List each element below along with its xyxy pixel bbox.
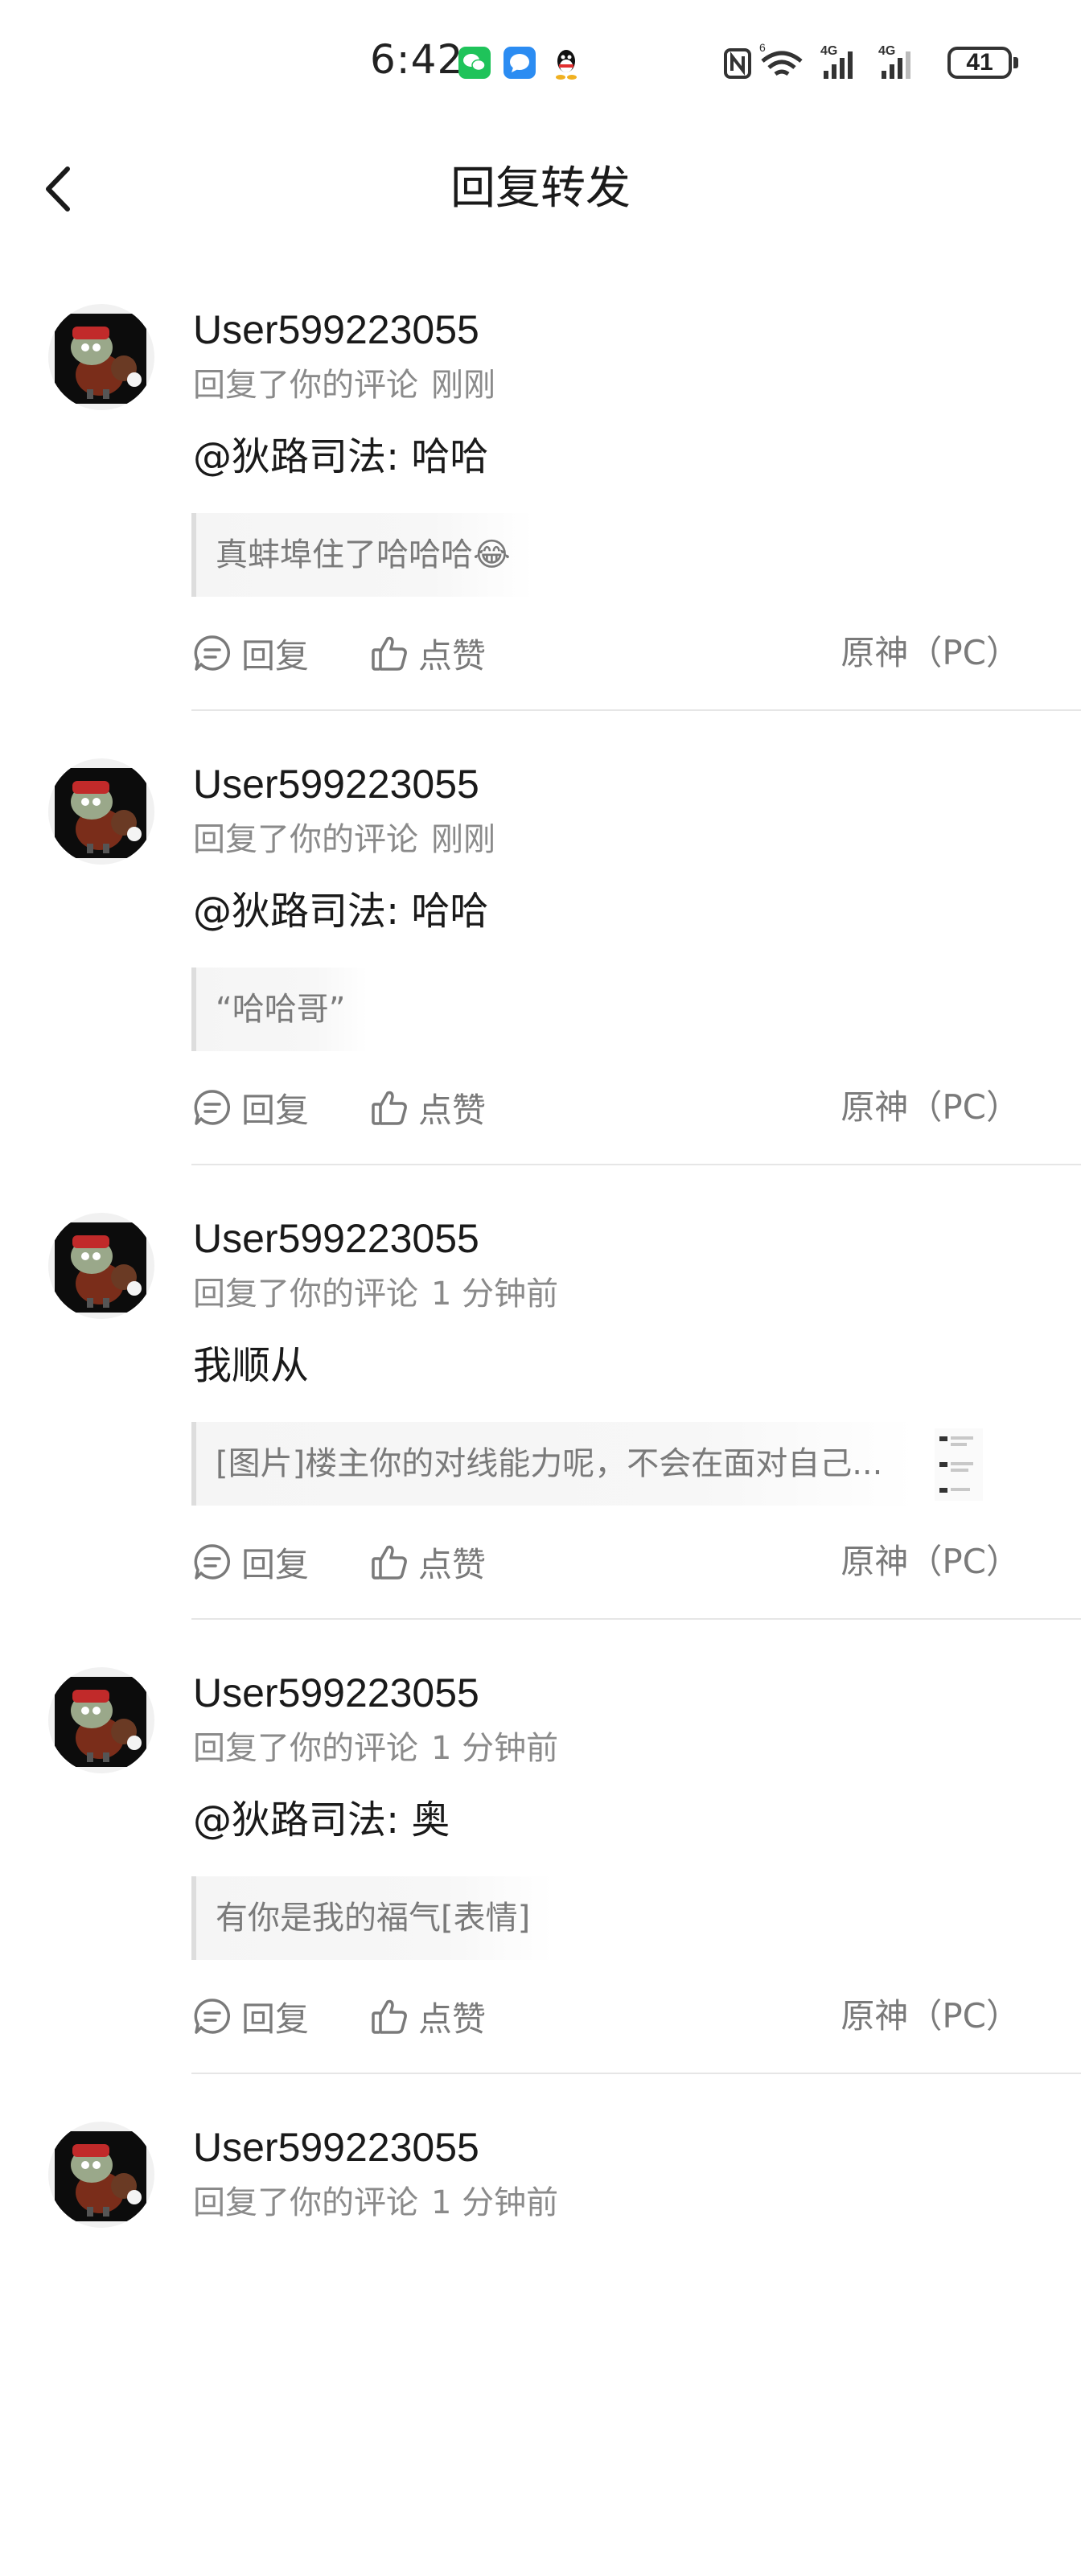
signal-4g-icon: 4G xyxy=(820,44,853,79)
action-bar: 回复 点赞 原神（PC） xyxy=(191,627,1020,679)
divider xyxy=(191,709,1081,711)
divider xyxy=(191,1164,1081,1165)
avatar[interactable] xyxy=(48,758,154,865)
reply-label: 回复 xyxy=(241,1090,310,1130)
zombie-avatar-image xyxy=(55,1222,146,1313)
source-label[interactable]: 原神（PC） xyxy=(841,1082,1020,1133)
avatar[interactable] xyxy=(48,1667,154,1773)
list-item: User599223055 回复了你的评论 1 分钟前 xyxy=(0,2122,1081,2576)
comment-icon xyxy=(194,635,231,671)
signal-4g-icon-2: 4G xyxy=(878,44,910,79)
reply-button[interactable]: 回复 xyxy=(191,1536,309,1588)
list-item: User599223055 回复了你的评论 刚刚 @狄路司法: 哈哈 “哈哈哥” … xyxy=(0,758,1081,1213)
list-item: User599223055 回复了你的评论 1 分钟前 @狄路司法: 奥 有你是我… xyxy=(0,1667,1081,2122)
like-label: 点赞 xyxy=(418,1999,487,2039)
source-label[interactable]: 原神（PC） xyxy=(841,1991,1020,2042)
thumbs-up-icon xyxy=(372,1999,407,2034)
username[interactable]: User599223055 xyxy=(193,1667,479,1719)
wechat-icon xyxy=(458,47,491,79)
quoted-comment[interactable]: “哈哈哥” xyxy=(191,968,368,1051)
reply-time: 1 分钟前 xyxy=(431,1276,559,1313)
quoted-comment[interactable]: 有你是我的福气[表情] xyxy=(191,1876,553,1960)
zombie-avatar-image xyxy=(55,314,146,404)
svg-text:4G: 4G xyxy=(820,44,837,58)
like-button[interactable]: 点赞 xyxy=(368,1536,486,1588)
like-label: 点赞 xyxy=(418,1090,487,1130)
wifi-icon: 6 xyxy=(759,41,803,76)
quoted-comment[interactable]: [图片]楼主你的对线能力呢，不会在面对自己... xyxy=(191,1422,915,1506)
system-icons: 6 4G 4G xyxy=(719,40,1081,85)
reply-time: 刚刚 xyxy=(431,821,495,858)
reply-label: 回复 xyxy=(241,1544,310,1584)
battery-icon: 41 xyxy=(947,47,1018,79)
list-item: User599223055 回复了你的评论 刚刚 @狄路司法: 哈哈 真蚌埠住了哈… xyxy=(0,304,1081,758)
username[interactable]: User599223055 xyxy=(193,758,479,810)
source-label[interactable]: 原神（PC） xyxy=(841,1536,1020,1588)
like-label: 点赞 xyxy=(418,635,487,676)
thumbs-up-icon xyxy=(372,636,407,671)
reply-label: 回复 xyxy=(241,635,310,676)
source-label[interactable]: 原神（PC） xyxy=(841,627,1020,679)
like-label: 点赞 xyxy=(418,1544,487,1584)
reply-meta: 回复了你的评论 1 分钟前 xyxy=(193,1274,571,1314)
qq-icon xyxy=(550,47,582,80)
reply-content[interactable]: @狄路司法: 奥 xyxy=(193,1796,450,1844)
like-button[interactable]: 点赞 xyxy=(368,1991,486,2042)
reply-list: User599223055 回复了你的评论 刚刚 @狄路司法: 哈哈 真蚌埠住了哈… xyxy=(0,304,1081,2576)
page-title: 回复转发 xyxy=(450,162,631,215)
like-button[interactable]: 点赞 xyxy=(368,1082,486,1133)
reply-time: 刚刚 xyxy=(431,367,495,404)
reply-label: 回复 xyxy=(241,1999,310,2039)
status-bar: 6:42 6 4G 4G 41 xyxy=(0,0,1081,121)
reply-action: 回复了你的评论 xyxy=(193,1276,418,1313)
zombie-avatar-image xyxy=(55,2131,146,2221)
reply-content[interactable]: @狄路司法: 哈哈 xyxy=(193,433,488,481)
action-bar: 回复 点赞 原神（PC） xyxy=(191,1536,1020,1588)
reply-meta: 回复了你的评论 1 分钟前 xyxy=(193,1728,571,1769)
reply-action: 回复了你的评论 xyxy=(193,2184,418,2221)
username[interactable]: User599223055 xyxy=(193,1213,479,1264)
app-header: 回复转发 xyxy=(0,145,1081,233)
reply-action: 回复了你的评论 xyxy=(193,821,418,858)
reply-time: 1 分钟前 xyxy=(431,1730,559,1767)
reply-button[interactable]: 回复 xyxy=(191,1991,309,2042)
zombie-avatar-image xyxy=(55,768,146,858)
nfc-icon xyxy=(724,48,751,79)
action-bar: 回复 点赞 原神（PC） xyxy=(191,1991,1020,2042)
quote-thumbnail[interactable] xyxy=(935,1428,983,1501)
comment-icon xyxy=(194,1999,231,2034)
like-button[interactable]: 点赞 xyxy=(368,627,486,679)
reply-meta: 回复了你的评论 1 分钟前 xyxy=(193,2183,571,2223)
svg-text:4G: 4G xyxy=(878,44,895,58)
avatar[interactable] xyxy=(48,1213,154,1319)
reply-button[interactable]: 回复 xyxy=(191,627,309,679)
reply-meta: 回复了你的评论 刚刚 xyxy=(193,365,508,405)
username[interactable]: User599223055 xyxy=(193,2122,479,2173)
zombie-avatar-image xyxy=(55,1677,146,1767)
status-time: 6:42 xyxy=(370,36,464,83)
reply-action: 回复了你的评论 xyxy=(193,1730,418,1767)
action-bar: 回复 点赞 原神（PC） xyxy=(191,1082,1020,1133)
divider xyxy=(191,2073,1081,2074)
reply-content[interactable]: 我顺从 xyxy=(193,1341,309,1390)
comment-icon xyxy=(194,1090,231,1125)
reply-meta: 回复了你的评论 刚刚 xyxy=(193,820,508,860)
username[interactable]: User599223055 xyxy=(193,304,479,355)
avatar[interactable] xyxy=(48,2122,154,2228)
reply-content[interactable]: @狄路司法: 哈哈 xyxy=(193,887,488,935)
svg-text:6: 6 xyxy=(759,41,766,54)
reply-action: 回复了你的评论 xyxy=(193,367,418,404)
reply-time: 1 分钟前 xyxy=(431,2184,559,2221)
avatar[interactable] xyxy=(48,304,154,410)
comment-icon xyxy=(194,1544,231,1580)
divider xyxy=(191,1618,1081,1620)
message-icon xyxy=(504,47,536,79)
thumbs-up-icon xyxy=(372,1545,407,1580)
list-item: User599223055 回复了你的评论 1 分钟前 我顺从 [图片]楼主你的对… xyxy=(0,1213,1081,1667)
reply-button[interactable]: 回复 xyxy=(191,1082,309,1133)
quoted-comment[interactable]: 真蚌埠住了哈哈哈😂 xyxy=(191,513,533,597)
thumbs-up-icon xyxy=(372,1091,407,1125)
